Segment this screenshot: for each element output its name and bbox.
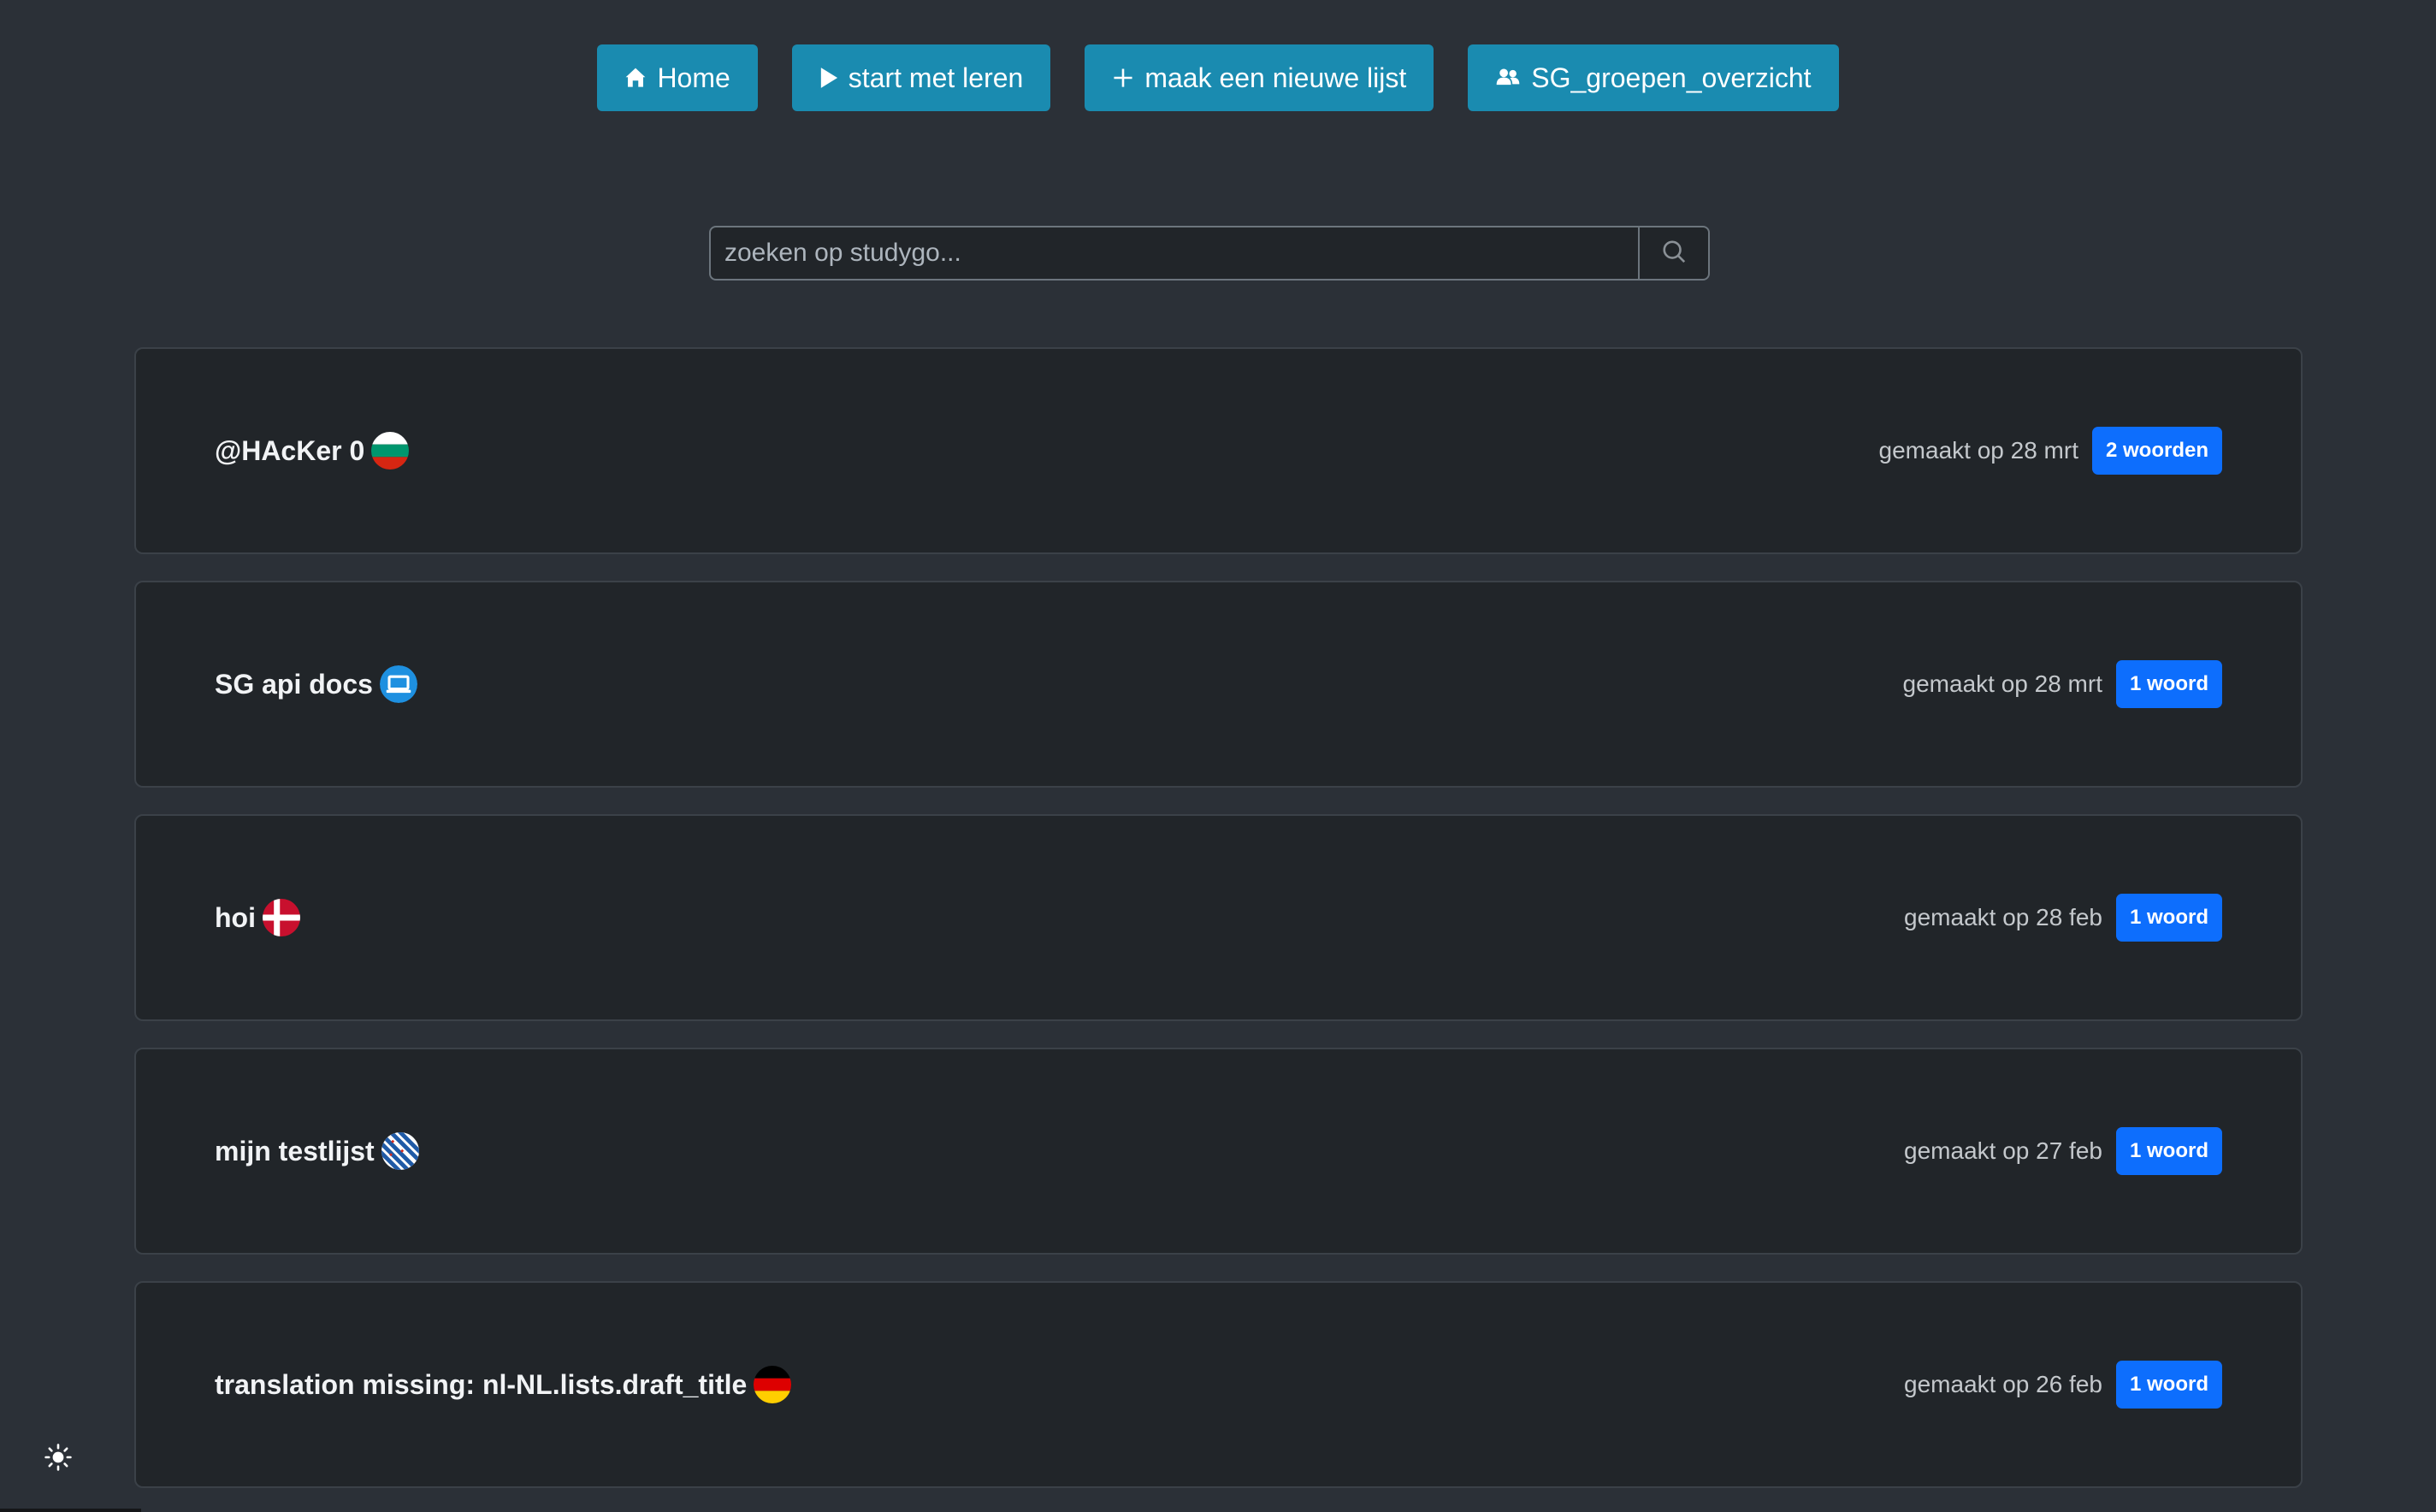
word-count-badge: 1 woord bbox=[2115, 660, 2222, 708]
list-item[interactable]: translation missing: nl-NL.lists.draft_t… bbox=[134, 1281, 2303, 1488]
created-date: gemaakt op 27 feb bbox=[1904, 1137, 2102, 1164]
play-icon bbox=[819, 67, 838, 89]
word-lists: @HAcKer 0 gemaakt op 28 mrt 2 woorden SG… bbox=[134, 347, 2303, 1512]
word-count-badge: 1 woord bbox=[2115, 894, 2222, 942]
list-title: @HAcKer 0 bbox=[215, 434, 365, 466]
created-date: gemaakt op 28 feb bbox=[1904, 904, 2102, 930]
friesland-flag-icon bbox=[381, 1132, 419, 1170]
created-date: gemaakt op 26 feb bbox=[1904, 1371, 2102, 1397]
new-list-label: maak een nieuwe lijst bbox=[1144, 62, 1407, 93]
created-date: gemaakt op 28 mrt bbox=[1902, 670, 2102, 697]
search-bar bbox=[709, 226, 1710, 281]
list-item[interactable]: mijn testlijst gemaakt op 27 feb 1 woord bbox=[134, 1048, 2303, 1255]
groups-overview-label: SG_groepen_overzicht bbox=[1531, 62, 1812, 93]
plus-icon bbox=[1112, 67, 1134, 89]
word-count-badge: 2 woorden bbox=[2091, 427, 2222, 475]
word-count-badge: 1 woord bbox=[2115, 1361, 2222, 1409]
laptop-icon bbox=[379, 665, 417, 703]
theme-toggle-sun-icon[interactable] bbox=[44, 1444, 72, 1471]
people-icon bbox=[1495, 67, 1521, 89]
start-learning-button[interactable]: start met leren bbox=[791, 44, 1051, 111]
search-button[interactable] bbox=[1638, 226, 1710, 281]
top-navigation: Home start met leren maak een nieuwe lij… bbox=[0, 44, 2436, 111]
list-title: SG api docs bbox=[215, 668, 373, 700]
denmark-flag-icon bbox=[262, 899, 300, 936]
search-icon bbox=[1661, 239, 1687, 269]
list-item[interactable]: @HAcKer 0 gemaakt op 28 mrt 2 woorden bbox=[134, 347, 2303, 554]
list-title: hoi bbox=[215, 901, 256, 933]
list-title: translation missing: nl-NL.lists.draft_t… bbox=[215, 1368, 748, 1400]
word-count-badge: 1 woord bbox=[2115, 1127, 2222, 1175]
list-title: mijn testlijst bbox=[215, 1135, 375, 1166]
germany-flag-icon bbox=[754, 1366, 792, 1403]
list-item[interactable]: hoi gemaakt op 28 feb 1 woord bbox=[134, 814, 2303, 1021]
search-input[interactable] bbox=[709, 226, 1638, 281]
house-icon bbox=[624, 67, 647, 89]
new-list-button[interactable]: maak een nieuwe lijst bbox=[1085, 44, 1434, 111]
start-learning-label: start met leren bbox=[848, 62, 1024, 93]
bottom-divider bbox=[0, 1509, 141, 1512]
bulgaria-flag-icon bbox=[371, 432, 410, 470]
list-item[interactable]: SG api docs gemaakt op 28 mrt 1 woord bbox=[134, 581, 2303, 788]
home-button-label: Home bbox=[657, 62, 730, 93]
groups-overview-button[interactable]: SG_groepen_overzicht bbox=[1468, 44, 1839, 111]
created-date: gemaakt op 28 mrt bbox=[1878, 437, 2078, 464]
home-button[interactable]: Home bbox=[597, 44, 758, 111]
